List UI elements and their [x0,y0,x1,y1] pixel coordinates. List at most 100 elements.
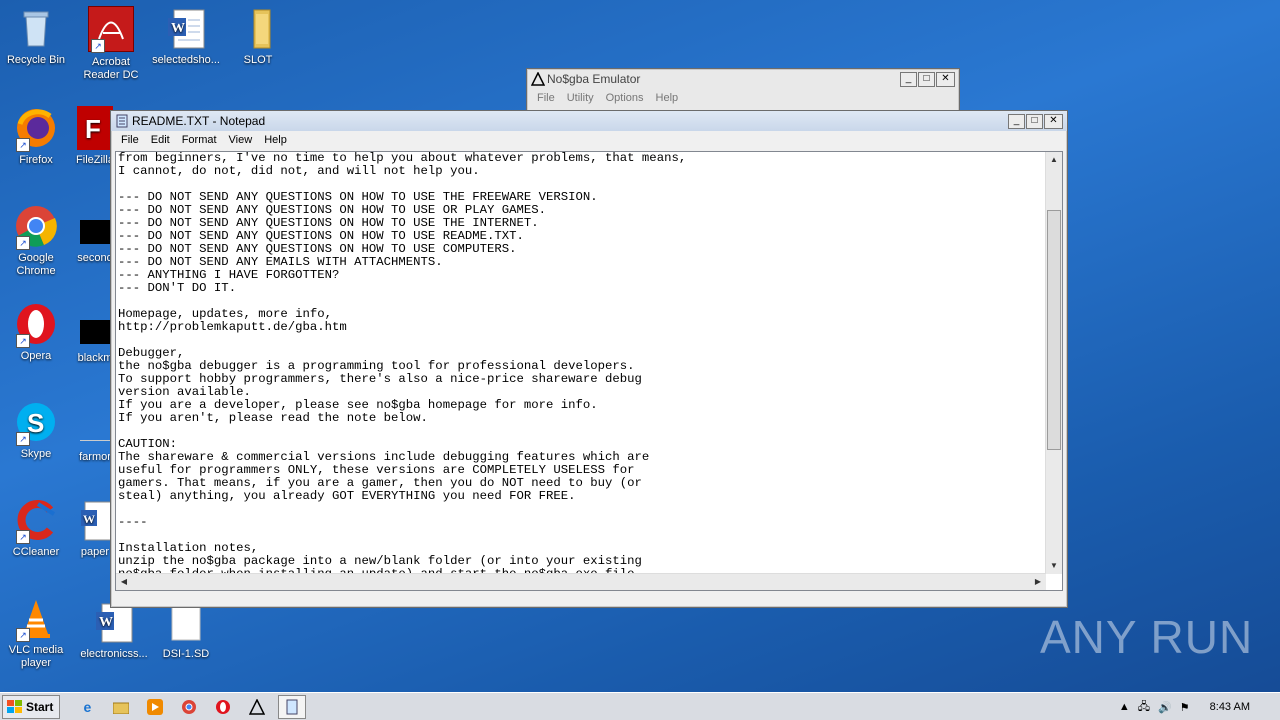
desktop-icon-label: Recycle Bin [6,54,66,66]
nogba-icon [531,72,545,86]
opera-icon: ↗ [14,302,58,348]
file-icon [80,440,110,447]
notepad-menubar: File Edit Format View Help [111,131,1067,149]
start-label: Start [26,700,54,714]
tray-flag-icon[interactable]: ⚑ [1180,701,1190,714]
desktop-icon-dsi[interactable]: DSI-1.SD [150,600,222,661]
ccleaner-icon: ↗ [14,498,58,544]
notepad-text-area[interactable]: from beginners, I've no time to help you… [115,151,1063,591]
desktop-icon-label: VLC media player [8,644,64,669]
desktop-icon-opera[interactable]: ↗ Opera [0,302,72,363]
word-doc-icon: W [164,6,208,50]
start-button[interactable]: Start [2,695,61,719]
taskbar-opera-icon[interactable] [210,696,236,718]
scroll-right-icon[interactable]: ▶ [1030,574,1046,590]
close-button[interactable]: ✕ [1044,113,1063,129]
desktop-icon-paper[interactable]: W paper [75,498,115,559]
horizontal-scrollbar[interactable]: ◀ ▶ [116,573,1046,590]
shortcut-arrow-icon: ↗ [91,39,105,53]
scroll-down-icon[interactable]: ▼ [1046,558,1062,574]
taskbar-notepad-icon[interactable] [278,695,307,719]
emulator-titlebar[interactable]: No$gba Emulator _ □ ✕ [527,69,959,89]
tray-expand-icon[interactable]: ▲ [1119,701,1130,713]
desktop-icon-label: electronicss... [80,648,148,660]
desktop-icon-label: Opera [20,350,52,362]
taskbar: Start e ▲ 🖧 🔊 ⚑ 8:43 AM [0,692,1280,720]
folder-icon [236,6,280,50]
firefox-icon: ↗ [14,106,58,152]
desktop-icon-vlc[interactable]: ↗ VLC media player [0,596,72,670]
notepad-title: README.TXT - Notepad [132,114,266,128]
menu-view[interactable]: View [223,134,259,146]
menu-edit[interactable]: Edit [145,134,176,146]
taskbar-nogba-icon[interactable] [244,696,270,718]
emulator-title: No$gba Emulator [547,72,641,86]
notepad-titlebar[interactable]: README.TXT - Notepad _ □ ✕ [111,111,1067,131]
menu-file[interactable]: File [531,92,561,104]
emulator-menubar: File Utility Options Help [527,89,959,107]
menu-utility[interactable]: Utility [561,92,600,104]
document-text[interactable]: from beginners, I've no time to help you… [116,152,1062,581]
scroll-up-icon[interactable]: ▲ [1046,152,1062,168]
desktop-icon-chrome[interactable]: ↗ Google Chrome [0,204,72,278]
desktop-icon-second[interactable]: second [75,220,115,265]
desktop-icon-label: selectedsho... [152,54,220,66]
taskbar-media-player-icon[interactable] [142,696,168,718]
skype-icon: S ↗ [14,400,58,446]
minimize-button[interactable]: _ [900,71,917,87]
notepad-icon [116,114,128,128]
svg-text:W: W [171,21,185,36]
desktop-icon-selectedsho[interactable]: W selectedsho... [150,6,222,67]
notepad-window[interactable]: README.TXT - Notepad _ □ ✕ File Edit For… [110,110,1068,608]
desktop-icon-farmor[interactable]: farmor [75,440,115,464]
desktop-icon-firefox[interactable]: ↗ Firefox [0,106,72,167]
tray-network-icon[interactable]: 🖧 [1138,698,1150,717]
close-button[interactable]: ✕ [936,71,955,87]
vertical-scrollbar[interactable]: ▲ ▼ [1045,152,1062,574]
desktop-icon-blackm[interactable]: blackm [75,320,115,365]
clock[interactable]: 8:43 AM [1210,701,1250,713]
recycle-bin-icon [14,6,58,50]
menu-format[interactable]: Format [176,134,223,146]
menu-help[interactable]: Help [650,92,685,104]
desktop-icon-recycle-bin[interactable]: Recycle Bin [0,6,72,67]
shortcut-arrow-icon: ↗ [16,334,30,348]
desktop-icon-acrobat[interactable]: ↗ Acrobat Reader DC [75,6,147,82]
desktop-icon-label: Skype [20,448,52,460]
desktop-icon-slot-folder[interactable]: SLOT [222,6,294,67]
desktop-icon-label: CCleaner [12,546,60,558]
word-doc-icon: W [77,498,113,542]
desktop-icon-label: paper [80,546,110,558]
taskbar-ie-icon[interactable]: e [74,696,100,718]
menu-file[interactable]: File [115,134,145,146]
menu-options[interactable]: Options [600,92,650,104]
svg-text:W: W [99,615,113,630]
tray-volume-icon[interactable]: 🔊 [1158,701,1172,714]
taskbar-chrome-icon[interactable] [176,696,202,718]
desktop-icon-label: FileZilla [76,154,114,166]
menu-help[interactable]: Help [258,134,293,146]
minimize-button[interactable]: _ [1008,113,1025,129]
chrome-icon: ↗ [14,204,58,250]
desktop-icon-ccleaner[interactable]: ↗ CCleaner [0,498,72,559]
desktop-icon-skype[interactable]: S ↗ Skype [0,400,72,461]
desktop-icon-label: SLOT [243,54,273,66]
filezilla-icon: F [77,106,113,150]
scroll-thumb[interactable] [1047,210,1061,450]
desktop-icon-electronicss[interactable]: W electronicss... [78,600,150,661]
shortcut-arrow-icon: ↗ [16,236,30,250]
svg-text:F: F [85,114,101,144]
desktop-icon-label: Acrobat Reader DC [83,56,139,81]
emulator-window[interactable]: No$gba Emulator _ □ ✕ File Utility Optio… [526,68,960,116]
desktop-icon-label: DSI-1.SD [162,648,210,660]
scroll-left-icon[interactable]: ◀ [116,574,132,590]
desktop-icon-label: farmor [79,451,111,463]
maximize-button[interactable]: □ [1026,113,1043,129]
taskbar-explorer-icon[interactable] [108,696,134,718]
black-file-icon [80,220,110,244]
vlc-icon: ↗ [14,596,58,642]
shortcut-arrow-icon: ↗ [16,432,30,446]
watermark: ANY RUN [1040,610,1253,664]
desktop-icon-filezilla[interactable]: F FileZilla [75,106,115,167]
maximize-button[interactable]: □ [918,71,935,87]
